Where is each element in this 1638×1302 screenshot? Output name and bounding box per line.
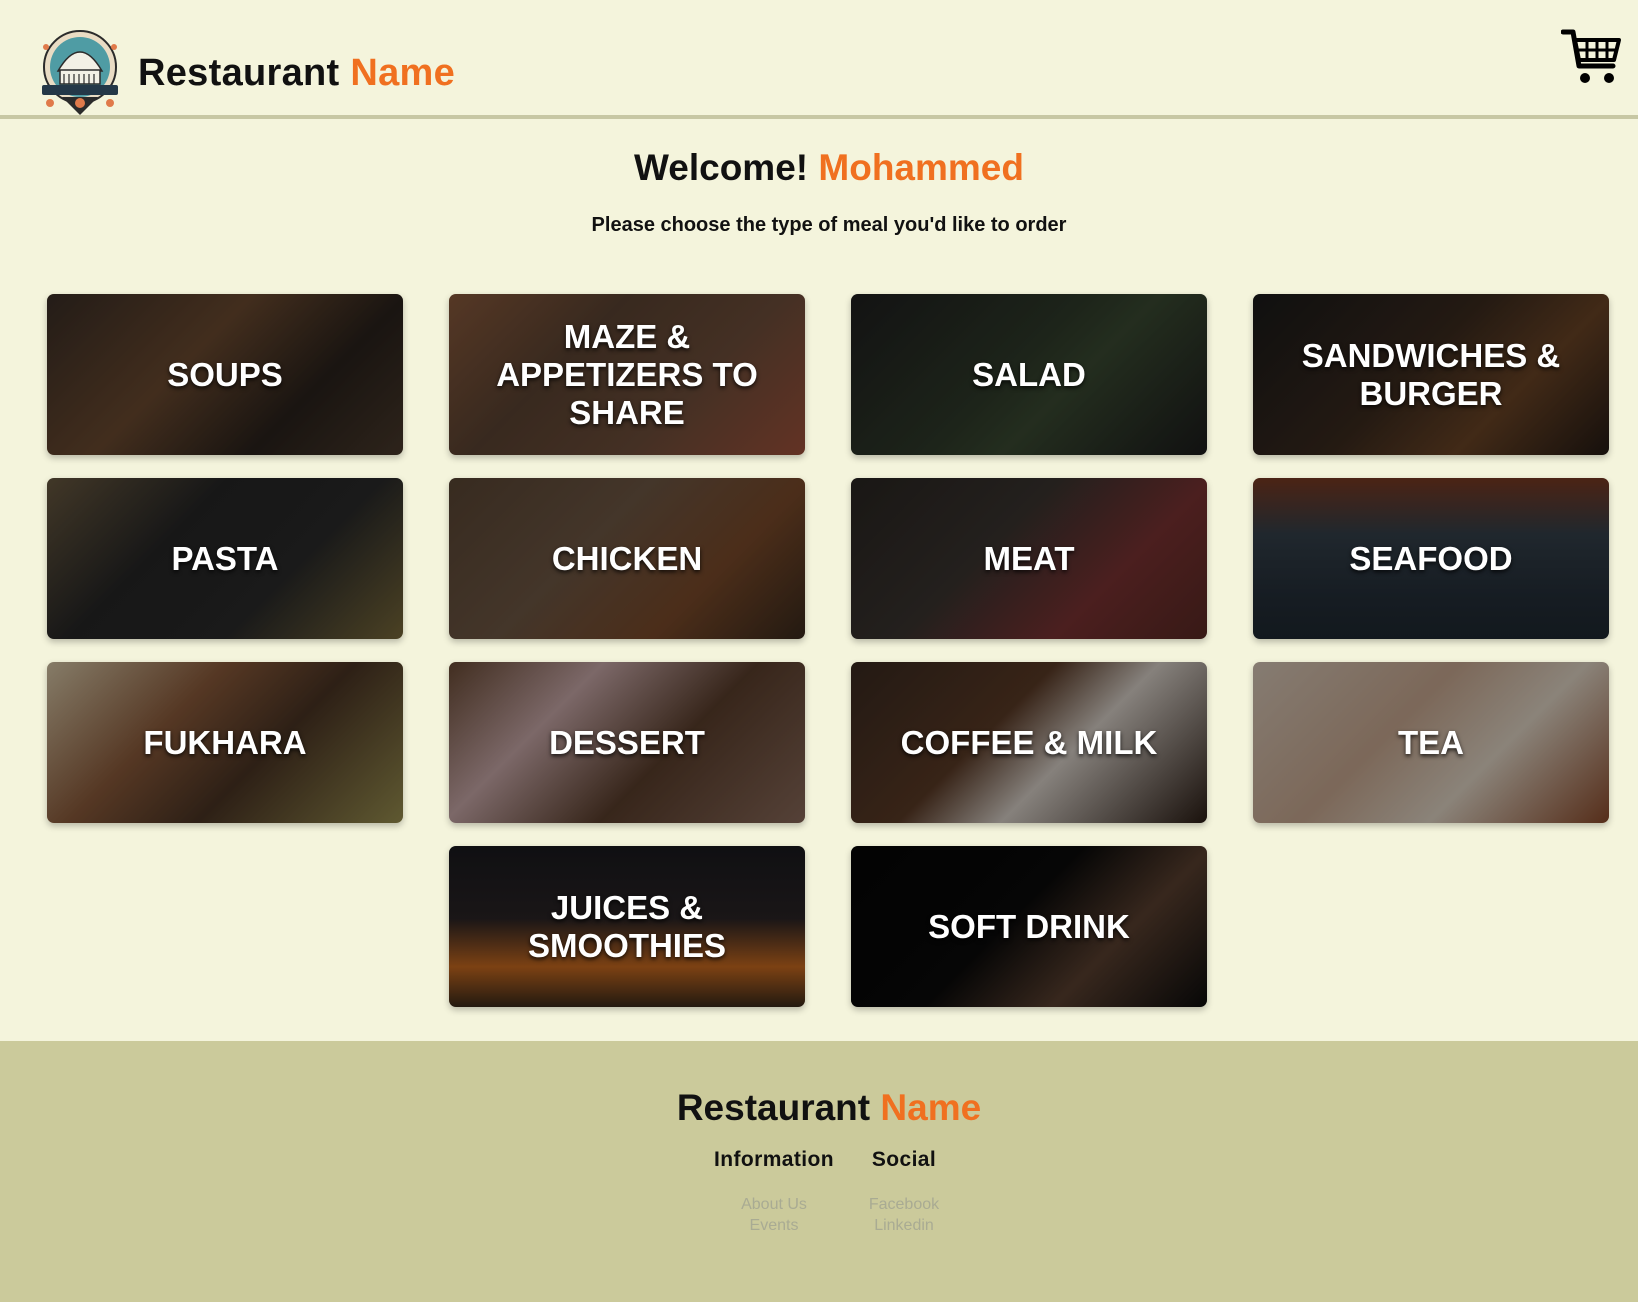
shopping-cart-icon[interactable] <box>1561 28 1623 88</box>
footer-brand-main: Restaurant <box>676 1087 871 1128</box>
category-card-dessert[interactable]: DESSERT <box>449 662 805 823</box>
category-card-tea[interactable]: TEA <box>1253 662 1609 823</box>
category-label: MAZE & APPETIZERS TO SHARE <box>496 317 758 431</box>
category-label: COFFEE & MILK <box>900 723 1158 761</box>
category-label: SANDWICHES & BURGER <box>1301 336 1561 412</box>
category-label: SEAFOOD <box>1349 539 1513 577</box>
category-label: SALAD <box>972 355 1086 393</box>
category-card-seafood[interactable]: SEAFOOD <box>1253 478 1609 639</box>
category-label: SOUPS <box>167 355 283 393</box>
welcome-heading: Welcome! Mohammed <box>0 147 1638 189</box>
category-card-coffee-milk[interactable]: COFFEE & MILK <box>851 662 1207 823</box>
category-label: FUKHARA <box>143 723 307 761</box>
welcome-subtitle: Please choose the type of meal you'd lik… <box>591 214 1067 236</box>
footer-brand: Restaurant Name <box>0 1087 1638 1129</box>
category-label: SOFT DRINK <box>928 907 1130 945</box>
category-card-pasta[interactable]: PASTA <box>47 478 403 639</box>
category-card-chicken[interactable]: CHICKEN <box>449 478 805 639</box>
category-card-soft-drink[interactable]: SOFT DRINK <box>851 846 1207 1007</box>
category-label: MEAT <box>983 539 1075 577</box>
footer-information-column: Information About Us Events <box>699 1148 849 1236</box>
brand-accent: Name <box>350 52 456 94</box>
footer-social-column: Social Facebook Linkedin <box>829 1148 979 1236</box>
footer-information-heading: Information <box>714 1148 834 1171</box>
category-label: JUICES & SMOOTHIES <box>527 888 727 964</box>
footer-brand-accent: Name <box>880 1087 982 1128</box>
site-brand[interactable]: Restaurant Name <box>138 52 455 95</box>
welcome-user-name: Mohammed <box>818 147 1024 188</box>
footer-link-linkedin[interactable]: Linkedin <box>829 1215 979 1236</box>
category-card-maze-appetizers[interactable]: MAZE & APPETIZERS TO SHARE <box>449 294 805 455</box>
site-footer: Restaurant Name Information About Us Eve… <box>0 1041 1638 1302</box>
category-label: PASTA <box>171 539 279 577</box>
restaurant-logo[interactable] <box>36 27 124 119</box>
site-header: Restaurant Name <box>0 0 1638 119</box>
brand-main: Restaurant <box>138 52 340 94</box>
footer-link-facebook[interactable]: Facebook <box>829 1194 979 1215</box>
category-label: CHICKEN <box>551 539 703 577</box>
footer-link-events[interactable]: Events <box>699 1215 849 1236</box>
category-label: TEA <box>1398 723 1464 761</box>
category-card-sandwiches-burger[interactable]: SANDWICHES & BURGER <box>1253 294 1609 455</box>
category-card-fukhara[interactable]: FUKHARA <box>47 662 403 823</box>
footer-social-heading: Social <box>871 1148 937 1171</box>
footer-link-about-us[interactable]: About Us <box>699 1194 849 1215</box>
category-card-salad[interactable]: SALAD <box>851 294 1207 455</box>
category-label: DESSERT <box>549 723 705 761</box>
welcome-greeting: Welcome! <box>634 147 809 188</box>
category-card-meat[interactable]: MEAT <box>851 478 1207 639</box>
category-card-juices-smoothies[interactable]: JUICES & SMOOTHIES <box>449 846 805 1007</box>
category-card-soups[interactable]: SOUPS <box>47 294 403 455</box>
